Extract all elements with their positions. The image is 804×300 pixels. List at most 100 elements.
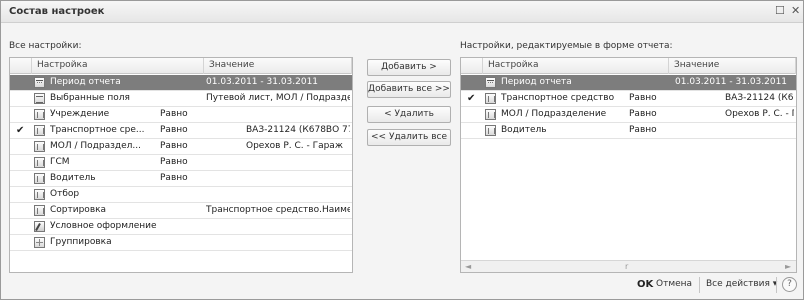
- pen-icon: [34, 221, 45, 232]
- table-header: Настройка Значение: [461, 58, 796, 74]
- row-setting-name: Учреждение: [50, 109, 110, 119]
- window-title: Состав настроек: [9, 6, 105, 17]
- calendar-icon: [485, 77, 496, 88]
- row-value[interactable]: [725, 123, 794, 139]
- row-checkbox[interactable]: ✔: [16, 123, 24, 139]
- footer-separator: [699, 277, 700, 293]
- row-condition[interactable]: [160, 203, 200, 219]
- row-condition[interactable]: Равно: [629, 107, 669, 123]
- row-condition[interactable]: Равно: [629, 91, 669, 107]
- row-value[interactable]: Орехов Р. С. - Гара: [725, 107, 794, 123]
- all-settings-table: Настройка Значение Период отчета 01.03.20…: [9, 57, 353, 273]
- row-condition[interactable]: [160, 187, 200, 203]
- row-checkbox[interactable]: ✔: [467, 91, 475, 107]
- close-icon[interactable]: ✕: [791, 5, 800, 17]
- row-setting-name: МОЛ / Подраздел...: [50, 141, 141, 151]
- header-setting[interactable]: Настройка: [32, 58, 204, 74]
- document-icon: [34, 157, 45, 168]
- row-value[interactable]: 01.03.2011 - 31.03.2011: [206, 75, 350, 91]
- table-header: Настройка Значение: [10, 58, 352, 74]
- row-value[interactable]: [246, 155, 350, 171]
- document-icon: [34, 189, 45, 200]
- all-settings-caption: Все настройки:: [9, 41, 82, 51]
- row-condition[interactable]: [160, 219, 200, 235]
- table-row[interactable]: СортировкаТранспортное средство.Наимен..…: [10, 203, 352, 219]
- document-icon: [34, 109, 45, 120]
- table-row[interactable]: Выбранные поля Путевой лист, МОЛ / Подраз…: [10, 91, 352, 107]
- scroll-thumb[interactable]: r: [625, 261, 628, 272]
- title-bar: Состав настроек ☐ ✕: [1, 1, 803, 23]
- row-condition[interactable]: [160, 91, 200, 107]
- document-icon: [34, 141, 45, 152]
- header-check: [10, 58, 32, 74]
- remove-all-button[interactable]: << Удалить все: [367, 129, 451, 146]
- row-value[interactable]: ВАЗ-21124 (К678В: [725, 91, 794, 107]
- table-row[interactable]: Группировка: [10, 235, 352, 251]
- row-condition[interactable]: Равно: [160, 139, 200, 155]
- settings-composition-window: Состав настроек ☐ ✕ Все настройки: Настр…: [0, 0, 804, 300]
- ok-button[interactable]: OK: [637, 279, 653, 290]
- row-condition[interactable]: Равно: [160, 171, 200, 187]
- row-value[interactable]: Орехов Р. С. - Гараж: [246, 139, 350, 155]
- header-value[interactable]: Значение: [204, 58, 352, 74]
- table-row[interactable]: МОЛ / Подразделение Равно Орехов Р. С. - Г…: [461, 107, 796, 123]
- table-row[interactable]: Учреждение Равно: [10, 107, 352, 123]
- add-all-button[interactable]: Добавить все >>: [367, 81, 451, 98]
- table-row[interactable]: Водитель Равно: [461, 123, 796, 139]
- horizontal-scrollbar[interactable]: ◄ r ►: [461, 260, 796, 272]
- row-condition[interactable]: [160, 235, 200, 251]
- row-condition[interactable]: Равно: [629, 123, 669, 139]
- row-setting-name: МОЛ / Подразделение: [501, 109, 607, 119]
- document-icon: [485, 125, 496, 136]
- row-value[interactable]: [206, 219, 350, 235]
- header-value[interactable]: Значение: [669, 58, 796, 74]
- fields-icon: [34, 93, 45, 104]
- scroll-left-icon[interactable]: ◄: [465, 261, 471, 272]
- row-condition[interactable]: [629, 75, 669, 91]
- row-value[interactable]: [246, 171, 350, 187]
- row-setting-name: Водитель: [50, 173, 96, 183]
- cancel-button[interactable]: Отмена: [656, 279, 692, 289]
- document-icon: [485, 93, 496, 104]
- row-condition[interactable]: Равно: [160, 155, 200, 171]
- document-icon: [34, 205, 45, 216]
- restore-icon[interactable]: ☐: [775, 5, 785, 17]
- row-condition[interactable]: Равно: [160, 107, 200, 123]
- calendar-icon: [34, 77, 45, 88]
- row-value[interactable]: Транспортное средство.Наимен...: [206, 203, 350, 219]
- row-value[interactable]: [246, 107, 350, 123]
- footer-separator: [776, 277, 777, 293]
- all-actions-menu[interactable]: Все действия ▾: [706, 279, 777, 289]
- row-value[interactable]: Путевой лист, МОЛ / Подраздел...: [206, 91, 350, 107]
- table-row[interactable]: МОЛ / Подраздел... Равно Орехов Р. С. - Га…: [10, 139, 352, 155]
- table-row[interactable]: ✔ Транспортное средство Равно ВАЗ-21124 (К6…: [461, 91, 796, 107]
- header-check: [461, 58, 483, 74]
- row-setting-name: Транспортное сре...: [50, 125, 145, 135]
- table-row[interactable]: Отбор: [10, 187, 352, 203]
- report-form-settings-table: Настройка Значение ◄ r ► Период отчета 01…: [460, 57, 797, 273]
- header-setting[interactable]: Настройка: [483, 58, 669, 74]
- table-row[interactable]: Водитель Равно: [10, 171, 352, 187]
- table-row[interactable]: Условное оформление: [10, 219, 352, 235]
- row-setting-name: Водитель: [501, 125, 547, 135]
- table-row[interactable]: ✔ Транспортное сре... Равно ВАЗ-21124 (К678…: [10, 123, 352, 139]
- scroll-right-icon[interactable]: ►: [785, 261, 791, 272]
- row-value[interactable]: ВАЗ-21124 (К678ВО 77): [246, 123, 350, 139]
- help-icon[interactable]: ?: [782, 277, 797, 292]
- grouping-icon: [34, 237, 45, 248]
- row-condition[interactable]: Равно: [160, 123, 200, 139]
- document-icon: [34, 173, 45, 184]
- row-value[interactable]: [206, 187, 350, 203]
- table-row[interactable]: Период отчета 01.03.2011 - 31.03.2011: [10, 75, 352, 91]
- row-setting-name: ГСМ: [50, 157, 70, 167]
- add-button[interactable]: Добавить >: [367, 59, 451, 76]
- table-row[interactable]: ГСМ Равно: [10, 155, 352, 171]
- table-row[interactable]: Период отчета 01.03.2011 - 31.03.2011: [461, 75, 796, 91]
- document-icon: [34, 125, 45, 136]
- report-form-settings-caption: Настройки, редактируемые в форме отчета:: [460, 41, 673, 51]
- remove-button[interactable]: < Удалить: [367, 106, 451, 123]
- document-icon: [485, 109, 496, 120]
- row-value[interactable]: 01.03.2011 - 31.03.2011: [675, 75, 794, 91]
- row-condition[interactable]: [160, 75, 200, 91]
- row-value[interactable]: [206, 235, 350, 251]
